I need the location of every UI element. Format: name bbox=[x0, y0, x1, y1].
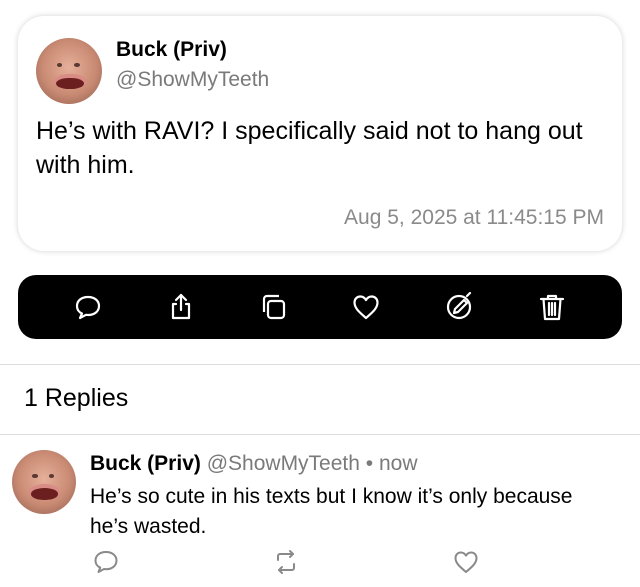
share-icon bbox=[171, 293, 191, 320]
share-button[interactable] bbox=[163, 289, 199, 325]
avatar-eye bbox=[74, 63, 80, 68]
copy-button[interactable] bbox=[256, 289, 292, 325]
reply-display-name[interactable]: Buck (Priv) bbox=[90, 452, 201, 475]
edit-button[interactable] bbox=[441, 289, 477, 325]
divider bbox=[0, 364, 640, 365]
avatar-mouth bbox=[31, 488, 59, 500]
trash-icon bbox=[539, 294, 564, 321]
avatar-eye bbox=[32, 474, 38, 479]
copy-icon bbox=[262, 294, 285, 320]
reply-separator: • bbox=[365, 452, 374, 475]
avatar-eye bbox=[49, 474, 55, 479]
reply-avatar[interactable] bbox=[12, 450, 76, 514]
replies-count: 1 Replies bbox=[24, 384, 129, 412]
reply-like-button[interactable] bbox=[452, 548, 480, 576]
reply-button[interactable] bbox=[70, 289, 106, 325]
heart-icon bbox=[454, 551, 478, 573]
reply-header: Buck (Priv) @ShowMyTeeth • now bbox=[90, 452, 418, 476]
post-card: Buck (Priv) @ShowMyTeeth He’s with RAVI?… bbox=[18, 16, 622, 251]
reply-text: He’s so cute in his texts but I know it’… bbox=[90, 485, 573, 538]
repost-icon bbox=[277, 550, 295, 574]
edit-icon bbox=[446, 292, 472, 320]
post-text: He’s with RAVI? I specifically said not … bbox=[36, 117, 583, 179]
post-avatar[interactable] bbox=[36, 38, 102, 104]
reply-time: now bbox=[378, 452, 418, 475]
reply-repost-button[interactable] bbox=[272, 548, 300, 576]
like-button[interactable] bbox=[348, 289, 384, 325]
avatar-eye bbox=[57, 63, 63, 68]
post-action-bar bbox=[18, 275, 622, 339]
avatar-mouth bbox=[55, 77, 84, 90]
reply-icon bbox=[94, 551, 118, 573]
delete-button[interactable] bbox=[534, 289, 570, 325]
reply-handle[interactable]: @ShowMyTeeth bbox=[207, 452, 360, 475]
reply-reply-button[interactable] bbox=[92, 548, 120, 576]
heart-icon bbox=[353, 295, 379, 320]
post-timestamp: Aug 5, 2025 at 11:45:15 PM bbox=[344, 206, 604, 229]
divider bbox=[0, 434, 640, 435]
reply-icon bbox=[76, 295, 101, 320]
post-display-name[interactable]: Buck (Priv) bbox=[116, 38, 227, 62]
reply-actions bbox=[90, 548, 490, 578]
post-handle[interactable]: @ShowMyTeeth bbox=[116, 68, 269, 92]
